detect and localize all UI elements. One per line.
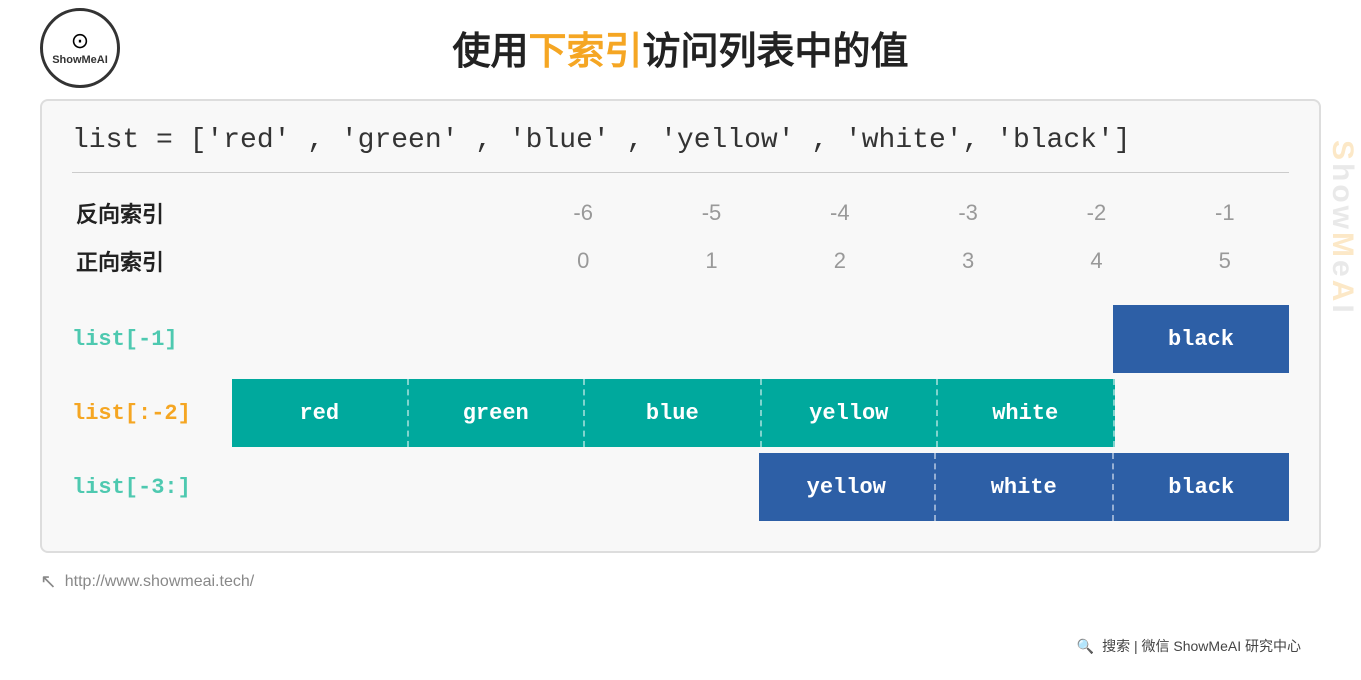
footer: ↖ http://www.showmeai.tech/ <box>40 569 1321 594</box>
title-part2: 访问列表中的值 <box>643 31 909 73</box>
forward-idx-0: 0 <box>519 237 647 285</box>
item-cell-empty-3 <box>761 305 937 373</box>
reverse-index-label: 反向索引 <box>72 189 519 237</box>
index-table: 反向索引 -6 -5 -4 -3 -2 -1 正向索引 0 1 2 3 4 5 <box>72 189 1289 285</box>
reverse-idx-5: -1 <box>1161 189 1289 237</box>
reverse-idx-1: -5 <box>647 189 775 237</box>
item-cell-empty-0 <box>232 305 408 373</box>
forward-index-row: 正向索引 0 1 2 3 4 5 <box>72 237 1289 285</box>
item-cell-blue: blue <box>585 379 762 447</box>
item-cell-empty-5 <box>1115 379 1290 447</box>
divider <box>72 172 1289 173</box>
item-cell-empty-7 <box>408 453 584 521</box>
title-part1: 使用 <box>452 31 528 73</box>
item-cell-empty-6 <box>232 453 408 521</box>
item-cell-empty-1 <box>408 305 584 373</box>
forward-idx-3: 3 <box>904 237 1032 285</box>
watermark-text: 搜索 | 微信 ShowMeAI 研究中心 <box>1102 636 1301 656</box>
example-label-1: list[-1] <box>72 327 232 352</box>
content-box: list = ['red' , 'green' , 'blue' , 'yell… <box>40 99 1321 553</box>
page: ⊙ ShowMeAI 使用下索引访问列表中的值 list = ['red' , … <box>0 0 1361 680</box>
logo-text: ShowMeAI <box>52 54 108 66</box>
reverse-idx-4: -2 <box>1032 189 1160 237</box>
reverse-idx-3: -3 <box>904 189 1032 237</box>
item-cell-empty-2 <box>584 305 760 373</box>
items-grid-1: black <box>232 305 1289 373</box>
items-grid-2: red green blue yellow white <box>232 379 1289 447</box>
footer-url: http://www.showmeai.tech/ <box>65 573 254 591</box>
header: ⊙ ShowMeAI 使用下索引访问列表中的值 <box>40 20 1321 75</box>
item-cell-green: green <box>409 379 586 447</box>
reverse-idx-0: -6 <box>519 189 647 237</box>
examples-section: list[-1] black list[:-2] red green blue <box>72 305 1289 521</box>
item-cell-empty-8 <box>583 453 759 521</box>
item-cell-white-3: white <box>936 453 1114 521</box>
forward-idx-2: 2 <box>776 237 904 285</box>
item-cell-white-2: white <box>938 379 1115 447</box>
logo: ⊙ ShowMeAI <box>40 8 120 88</box>
title-highlight: 下索引 <box>528 31 642 73</box>
item-cell-red: red <box>232 379 409 447</box>
items-grid-3: yellow white black <box>232 453 1289 521</box>
example-row-3: list[-3:] yellow white black <box>72 453 1289 521</box>
item-cell-yellow-3: yellow <box>759 453 937 521</box>
reverse-idx-2: -4 <box>776 189 904 237</box>
search-icon: 🔍 <box>1077 638 1094 655</box>
item-cell-yellow-2: yellow <box>762 379 939 447</box>
item-cell-black-1: black <box>1113 305 1289 373</box>
forward-idx-4: 4 <box>1032 237 1160 285</box>
logo-icon: ⊙ <box>71 30 89 52</box>
page-title: 使用下索引访问列表中的值 <box>452 20 908 75</box>
example-label-3: list[-3:] <box>72 475 232 500</box>
list-declaration: list = ['red' , 'green' , 'blue' , 'yell… <box>72 125 1289 156</box>
example-row-2: list[:-2] red green blue yellow white <box>72 379 1289 447</box>
forward-idx-1: 1 <box>647 237 775 285</box>
side-watermark: ShowMeAI <box>1325 140 1359 316</box>
forward-index-label: 正向索引 <box>72 237 519 285</box>
item-cell-black-3: black <box>1114 453 1290 521</box>
reverse-index-row: 反向索引 -6 -5 -4 -3 -2 -1 <box>72 189 1289 237</box>
forward-idx-5: 5 <box>1161 237 1289 285</box>
item-cell-empty-4 <box>937 305 1113 373</box>
example-row-1: list[-1] black <box>72 305 1289 373</box>
example-label-2: list[:-2] <box>72 401 232 426</box>
cursor-icon: ↖ <box>40 569 57 594</box>
bottom-watermark: 🔍 搜索 | 微信 ShowMeAI 研究中心 <box>1067 632 1311 660</box>
